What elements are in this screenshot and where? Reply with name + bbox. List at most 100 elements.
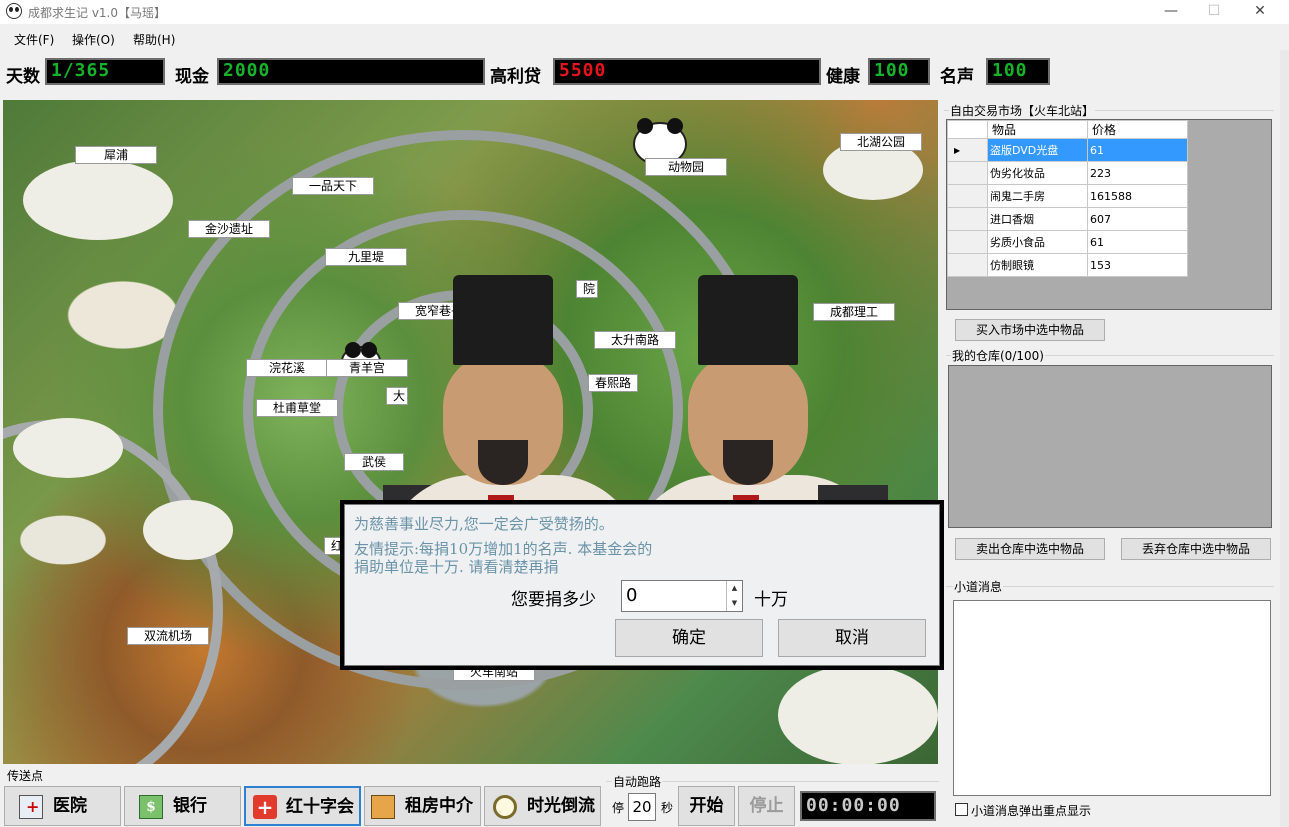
price-cell[interactable]: 223 (1087, 161, 1188, 185)
warehouse-title: 我的仓库(0/100) (951, 347, 1045, 364)
autorun-start-button[interactable]: 开始 (678, 786, 735, 826)
minimize-button[interactable]: — (1148, 0, 1194, 24)
item-cell[interactable]: 盗版DVD光盘 (987, 138, 1088, 162)
autorun-stop-prefix: 停 (612, 801, 625, 815)
donation-amount-stepper[interactable]: 0 ▲ ▼ (621, 580, 743, 612)
panda-app-icon (6, 3, 22, 19)
autorun-seconds-input[interactable]: 20 (628, 793, 656, 821)
red-cross-button[interactable]: + 红十字会 (244, 786, 361, 826)
monk-beard (478, 440, 528, 485)
debt-label: 高利贷 (490, 67, 541, 87)
autorun-timer: 00:00:00 (800, 791, 936, 821)
red-cross-icon: + (253, 795, 277, 819)
column-header-price[interactable]: 价格 (1087, 120, 1188, 139)
price-cell[interactable]: 61 (1087, 138, 1188, 162)
rental-agency-label: 租房中介 (405, 796, 473, 816)
monk-beard (723, 440, 773, 485)
autorun-title: 自动跑路 (612, 773, 663, 790)
dialog-message: 为慈善事业尽力,您一定会广受赞扬的。 (354, 515, 614, 533)
place-yipintianxia[interactable]: 一品天下 (292, 177, 374, 195)
place-shuangliu-airport[interactable]: 双流机场 (127, 627, 209, 645)
row-header (947, 230, 988, 254)
table-row[interactable]: 进口香烟 607 (947, 207, 1188, 231)
table-row[interactable]: 仿制眼镜 153 (947, 253, 1188, 277)
table-row[interactable]: ▶ 盗版DVD光盘 61 (947, 138, 1188, 162)
row-header (947, 161, 988, 185)
debt-display: 5500 (553, 58, 821, 85)
news-title: 小道消息 (953, 578, 1004, 595)
hospital-button[interactable]: 医院 (4, 786, 121, 826)
news-popup-checkbox[interactable] (955, 803, 968, 816)
red-cross-label: 红十字会 (286, 797, 354, 817)
clock-icon (493, 795, 517, 819)
stepper-down-icon[interactable]: ▼ (727, 596, 742, 611)
stepper-arrows[interactable]: ▲ ▼ (726, 581, 742, 611)
dialog-tip-line2: 捐助单位是十万. 请看清楚再捐 (354, 558, 559, 576)
place-jiulidi[interactable]: 九里堤 (325, 248, 407, 266)
cancel-button[interactable]: 取消 (778, 619, 926, 657)
grid-corner (947, 120, 988, 139)
place-zoo[interactable]: 动物园 (645, 158, 727, 176)
item-cell[interactable]: 进口香烟 (987, 207, 1088, 231)
menu-operate[interactable]: 操作(O) (72, 31, 115, 48)
days-display: 1/365 (45, 58, 165, 85)
column-header-item[interactable]: 物品 (987, 120, 1088, 139)
teleport-title: 传送点 (7, 769, 44, 783)
place-xipu[interactable]: 犀浦 (75, 146, 157, 164)
bank-label: 银行 (173, 796, 207, 816)
table-row[interactable]: 伪劣化妆品 223 (947, 161, 1188, 185)
item-cell[interactable]: 仿制眼镜 (987, 253, 1088, 277)
item-cell[interactable]: 劣质小食品 (987, 230, 1088, 254)
market-title: 自由交易市场【火车北站】 (949, 102, 1096, 119)
close-button[interactable]: ✕ (1237, 0, 1283, 24)
cloud-decoration (13, 418, 123, 478)
donation-dialog: 为慈善事业尽力,您一定会广受赞扬的。 友情提示:每捐10万增加1的名声. 本基金… (340, 500, 944, 670)
row-marker-icon: ▶ (947, 138, 988, 162)
menu-help[interactable]: 帮助(H) (133, 31, 175, 48)
maximize-button[interactable]: ☐ (1191, 0, 1237, 24)
market-grid[interactable]: 物品 价格 ▶ 盗版DVD光盘 61 伪劣化妆品 223 闹鬼二手房 16158… (946, 119, 1272, 310)
title-bar: 成都求生记 v1.0【马瑶】 — ☐ ✕ (0, 0, 1289, 24)
fame-label: 名声 (940, 67, 974, 87)
place-beihu-park[interactable]: 北湖公园 (840, 133, 922, 151)
donation-amount-value: 0 (626, 585, 638, 606)
days-label: 天数 (6, 67, 40, 87)
place-huanhuaxi[interactable]: 浣花溪 (246, 359, 328, 377)
stepper-up-icon[interactable]: ▲ (727, 581, 742, 596)
rental-house-icon (371, 795, 395, 819)
row-header (947, 184, 988, 208)
row-header (947, 207, 988, 231)
place-dufu-cottage[interactable]: 杜甫草堂 (256, 399, 338, 417)
health-display: 100 (868, 58, 930, 85)
autorun-stop-button[interactable]: 停止 (738, 786, 795, 826)
time-rewind-label: 时光倒流 (527, 796, 595, 816)
price-cell[interactable]: 61 (1087, 230, 1188, 254)
health-label: 健康 (826, 67, 860, 87)
warehouse-list[interactable] (948, 365, 1272, 528)
price-cell[interactable]: 161588 (1087, 184, 1188, 208)
table-row[interactable]: 劣质小食品 61 (947, 230, 1188, 254)
item-cell[interactable]: 伪劣化妆品 (987, 161, 1088, 185)
monk-hat (698, 275, 798, 365)
place-jinsha-ruins[interactable]: 金沙遗址 (188, 220, 270, 238)
menu-file[interactable]: 文件(F) (14, 31, 54, 48)
item-cell[interactable]: 闹鬼二手房 (987, 184, 1088, 208)
hospital-icon (19, 788, 43, 826)
row-header (947, 253, 988, 277)
time-rewind-button[interactable]: 时光倒流 (484, 786, 601, 826)
news-popup-checkbox-label[interactable]: 小道消息弹出重点显示 (971, 802, 1091, 819)
hospital-label: 医院 (53, 796, 87, 816)
price-cell[interactable]: 153 (1087, 253, 1188, 277)
confirm-button[interactable]: 确定 (615, 619, 763, 657)
buy-selected-button[interactable]: 买入市场中选中物品 (955, 319, 1105, 341)
rental-agency-button[interactable]: 租房中介 (364, 786, 481, 826)
window-scrollbar[interactable] (1280, 50, 1289, 827)
table-row[interactable]: 闹鬼二手房 161588 (947, 184, 1188, 208)
fame-display: 100 (986, 58, 1050, 85)
sell-selected-button[interactable]: 卖出仓库中选中物品 (955, 538, 1105, 560)
game-window: 成都求生记 v1.0【马瑶】 — ☐ ✕ 文件(F) 操作(O) 帮助(H) 天… (0, 0, 1289, 827)
bank-button[interactable]: $ 银行 (124, 786, 241, 826)
news-textbox[interactable] (953, 600, 1271, 796)
discard-selected-button[interactable]: 丢弃仓库中选中物品 (1121, 538, 1271, 560)
price-cell[interactable]: 607 (1087, 207, 1188, 231)
